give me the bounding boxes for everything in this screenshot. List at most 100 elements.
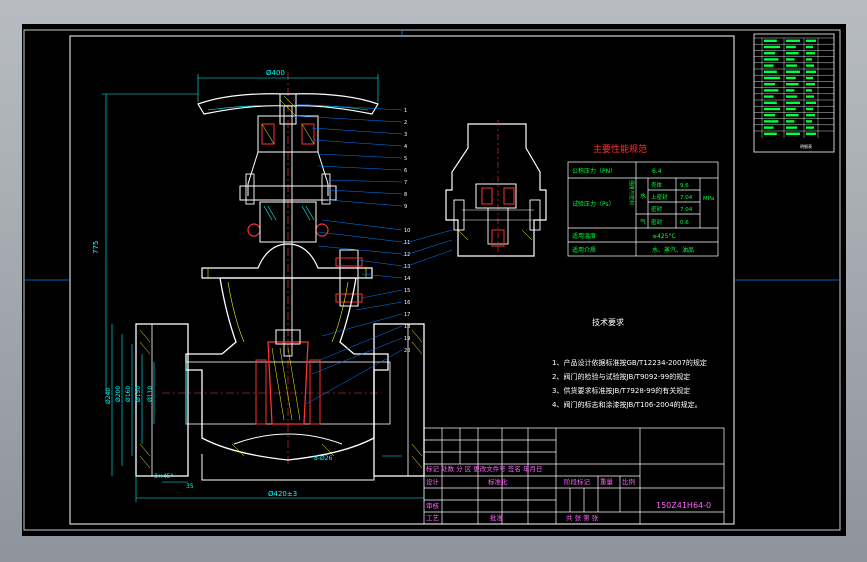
parts-row-text — [764, 101, 777, 104]
parts-row-text — [806, 76, 813, 80]
tb-standardize: 标准化 — [488, 477, 508, 486]
part-no: 14 — [404, 276, 410, 282]
dimension-lines — [102, 74, 425, 502]
parts-row-text — [786, 64, 798, 67]
performance-title: 主要性能规范 — [593, 143, 647, 155]
dim-seal: 3×45° — [154, 473, 173, 480]
perf-value-temp: ≤425°C — [652, 233, 676, 240]
dim-top: Ø400 — [266, 69, 285, 77]
parts-row-text — [806, 70, 816, 73]
parts-row-text — [786, 126, 798, 129]
parts-row-text — [786, 58, 795, 61]
tech-item-2: 2、阀门的检验与试验按JB/T9092-99的规定 — [552, 372, 690, 381]
parts-row-text — [764, 58, 779, 61]
parts-list: 明细表 — [753, 33, 835, 153]
tb-check: 审核 — [426, 501, 440, 510]
perf-sub-seal: 密封 — [651, 205, 663, 213]
part-no: 16 — [404, 300, 410, 306]
parts-row-text — [786, 76, 796, 80]
part-no: 9 — [404, 204, 407, 210]
tech-item-3: 3、供货要求标准按JB/T7928-99的有关规定 — [552, 386, 690, 395]
tb-designer: 设计 — [426, 477, 440, 486]
perf-val-upseal: 7.04 — [680, 195, 693, 201]
parts-row-text — [806, 83, 815, 86]
parts-row-text — [764, 64, 774, 67]
perf-label-ps: 试验压力（Ps） — [572, 200, 615, 208]
parts-row-text — [786, 83, 799, 86]
part-no: 4 — [404, 144, 407, 150]
drawing-sheet: Ø400 775 Ø240 Ø200 Ø160 Ø150 Ø110 8-Ø26 … — [22, 24, 846, 536]
title-block: 标记 处数 分 区 更改文件号 签名 年月日 设计 标准化 阶段标记 重量 比例… — [423, 427, 725, 525]
parts-row-text — [806, 120, 812, 123]
perf-group-gas: 气 — [640, 218, 646, 226]
parts-row-text — [806, 39, 816, 42]
parts-row-text — [806, 64, 814, 67]
parts-row-text — [764, 70, 777, 73]
part-no: 17 — [404, 312, 410, 318]
part-no: 2 — [404, 120, 407, 126]
parts-row-text — [806, 95, 814, 98]
parts-row-text — [786, 120, 795, 123]
cad-drawing: Ø400 775 Ø240 Ø200 Ø160 Ø150 Ø110 8-Ø26 … — [23, 29, 841, 531]
parts-row-text — [764, 76, 780, 80]
part-no: 6 — [404, 168, 407, 174]
perf-side-label: 强度与密封 — [628, 180, 635, 205]
parts-row-text — [764, 126, 774, 129]
tb-code: 150Z41H64-0 — [656, 501, 711, 510]
dim-d3: Ø150 — [135, 386, 142, 402]
perf-value-medium: 水、蒸汽、油品 — [652, 246, 694, 254]
parts-row-text — [806, 52, 815, 55]
tb-weight: 重量 — [600, 478, 614, 486]
perf-label-pn: 公称压力（PN） — [572, 167, 616, 175]
parts-row-text — [786, 52, 799, 55]
tb-row1: 标记 处数 分 区 更改文件号 签名 年月日 — [426, 464, 542, 473]
part-no: 19 — [404, 336, 410, 342]
dim-d4: Ø110 — [147, 386, 154, 402]
tech-item-4: 4、阀门的标志和涂漆按JB/T106-2004的规定。 — [552, 400, 702, 409]
perf-val-shell: 9.6 — [680, 183, 689, 189]
dim-bottom: Ø420±3 — [268, 490, 297, 498]
parts-row-text — [806, 101, 816, 104]
dim-flange: Ø240 — [105, 388, 112, 404]
parts-row-text — [806, 126, 814, 129]
parts-row-text — [764, 132, 777, 135]
perf-val-gasseal: 0.6 — [680, 220, 689, 226]
parts-row-text — [764, 107, 780, 111]
parts-row-text — [806, 45, 813, 49]
part-no: 15 — [404, 288, 410, 294]
dim-bolts: 8-Ø26 — [314, 455, 333, 462]
dim-d1: Ø200 — [115, 386, 122, 402]
parts-row-text — [764, 120, 779, 123]
tech-item-1: 1、产品设计依据标准按GB/T12234-2007的规定 — [552, 358, 707, 367]
perf-unit: MPa — [703, 196, 714, 202]
perf-value-pn: 6.4 — [652, 168, 662, 175]
dim-height: 775 — [92, 241, 100, 254]
dim-thick: 35 — [186, 483, 194, 490]
part-no: 5 — [404, 156, 407, 162]
parts-row-text — [786, 95, 798, 98]
technical-requirements: 技术要求 1、产品设计依据标准按GB/T12234-2007的规定 2、阀门的检… — [552, 317, 707, 409]
parts-row-text — [786, 107, 796, 111]
parts-row-text — [764, 114, 776, 117]
parts-row-text — [764, 39, 777, 42]
parts-row-text — [806, 107, 813, 111]
perf-val-seal: 7.04 — [680, 207, 693, 213]
parts-row-text — [786, 45, 796, 49]
part-no: 7 — [404, 180, 407, 186]
performance-table: 主要性能规范 公称压力（PN） 6.4 试验压力（Ps） 水 气 壳体 上密封 … — [567, 143, 719, 257]
parts-row-text — [786, 132, 800, 135]
parts-row-text — [764, 45, 780, 49]
tb-sheets: 共 张 第 张 — [566, 513, 599, 522]
tech-title: 技术要求 — [592, 317, 624, 327]
tb-process: 工艺 — [426, 514, 440, 522]
part-no: 1 — [404, 108, 407, 114]
perf-label-medium: 适用介质 — [572, 246, 596, 254]
parts-row-text — [764, 95, 774, 98]
parts-row-text — [786, 114, 799, 117]
parts-row-text — [806, 89, 812, 92]
perf-sub-upseal: 上密封 — [651, 193, 668, 201]
perf-sub-shell: 壳体 — [651, 181, 663, 189]
detail-view — [401, 120, 547, 269]
inner-border — [69, 35, 735, 525]
parts-row-text — [806, 58, 812, 61]
